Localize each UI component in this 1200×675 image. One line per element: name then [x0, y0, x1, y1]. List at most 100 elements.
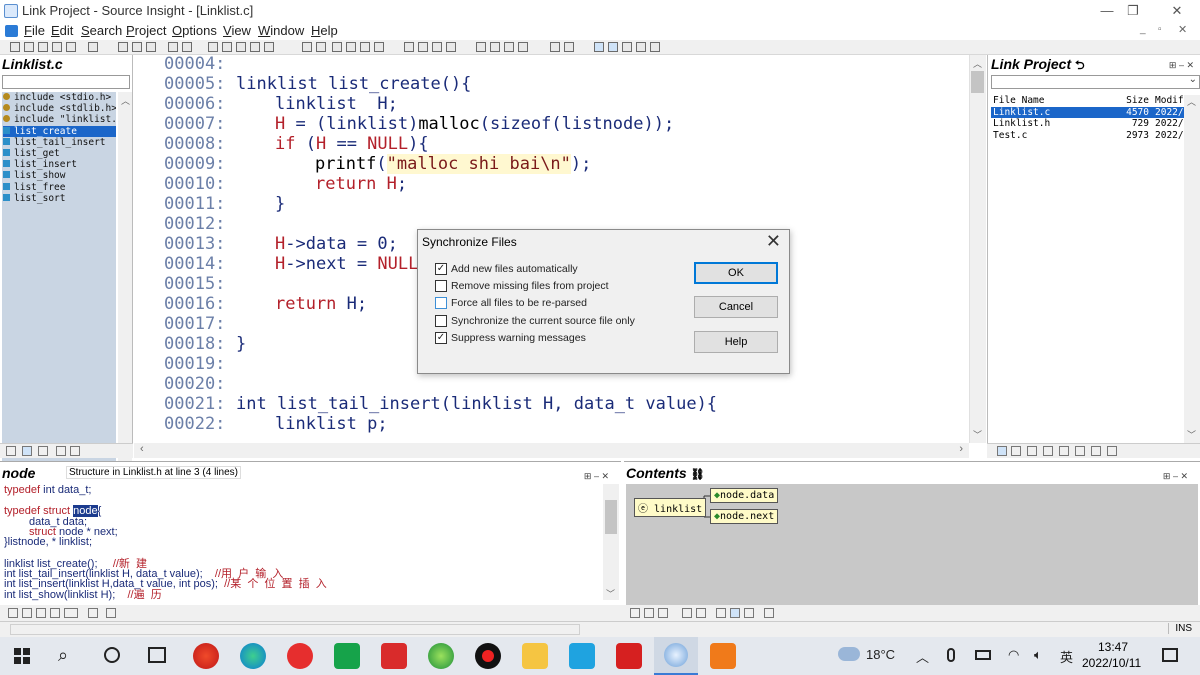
- panel-left-icon[interactable]: [490, 42, 500, 52]
- checkbox[interactable]: [435, 297, 447, 309]
- clock-time[interactable]: 13:47: [1098, 640, 1128, 654]
- back-arrow-icon[interactable]: [332, 42, 342, 52]
- sync-files-icon[interactable]: [1059, 446, 1069, 456]
- relation-tool-icon[interactable]: [658, 608, 668, 618]
- window-layout-icon[interactable]: [476, 42, 486, 52]
- project-list-scrollbar[interactable]: ︿ ﹀: [1184, 95, 1200, 443]
- temperature[interactable]: 18°C: [866, 647, 895, 662]
- search-prev-icon[interactable]: [236, 42, 246, 52]
- edge-icon[interactable]: [240, 643, 266, 669]
- symbol-item[interactable]: include <stdio.h>: [3, 92, 116, 103]
- graph-icon[interactable]: [636, 42, 646, 52]
- print-icon[interactable]: [106, 608, 116, 618]
- panel-controls-icon[interactable]: ⊞ ‒ ✕: [1169, 60, 1194, 71]
- volume-icon[interactable]: 🔈︎: [1034, 647, 1042, 663]
- menu-window[interactable]: Window: [258, 23, 304, 38]
- symbol-info-icon[interactable]: [404, 42, 414, 52]
- file-row[interactable]: Linklist.c 4570 2022/: [991, 106, 1184, 118]
- context-tool-icon[interactable]: [36, 608, 46, 618]
- ie-icon[interactable]: [428, 643, 454, 669]
- file-row[interactable]: Linklist.h 729 2022/: [991, 118, 1184, 129]
- source-insight-taskbar-button[interactable]: [654, 637, 698, 675]
- symbol-item[interactable]: list_sort: [3, 193, 116, 204]
- search-icon[interactable]: [208, 42, 218, 52]
- file-detail-icon[interactable]: [1011, 446, 1021, 456]
- file-list-icon[interactable]: [997, 446, 1007, 456]
- menu-options[interactable]: Options: [172, 23, 217, 38]
- forward-arrow-icon[interactable]: [346, 42, 356, 52]
- microphone-icon[interactable]: [947, 648, 955, 662]
- checkbox[interactable]: [435, 315, 447, 327]
- graph-node-root[interactable]: ⓔ linklist: [634, 498, 707, 517]
- relation-tool-icon[interactable]: [644, 608, 654, 618]
- wifi-icon[interactable]: ◠: [1008, 647, 1019, 663]
- app-icon-blue[interactable]: [569, 643, 595, 669]
- cancel-button[interactable]: Cancel: [694, 296, 778, 318]
- add-file-icon[interactable]: [1075, 446, 1085, 456]
- new-file-icon[interactable]: [10, 42, 20, 52]
- app-icon-record[interactable]: [475, 643, 501, 669]
- font-icon[interactable]: [64, 608, 78, 618]
- lookup-icon[interactable]: [418, 42, 428, 52]
- app-icon-xmind[interactable]: [381, 643, 407, 669]
- context-scrollbar[interactable]: ﹀: [603, 484, 619, 600]
- relation-graph[interactable]: ⓔ linklist ◆node.data ◆node.next: [626, 484, 1198, 606]
- close-button[interactable]: ✕: [1154, 0, 1200, 22]
- bookmark-list-icon[interactable]: [316, 42, 326, 52]
- print-icon[interactable]: [88, 42, 98, 52]
- panel-bottom-icon[interactable]: [504, 42, 514, 52]
- app-icon-green[interactable]: [334, 643, 360, 669]
- context-tool-icon[interactable]: [50, 608, 60, 618]
- editor-horizontal-scrollbar[interactable]: ‹ ›: [134, 443, 969, 458]
- symbol-item[interactable]: include <stdlib.h>: [3, 103, 116, 114]
- search-icon[interactable]: ⌕: [58, 645, 68, 666]
- dialog-close-button[interactable]: ✕: [766, 231, 781, 252]
- browse-icon[interactable]: [432, 42, 442, 52]
- help-button[interactable]: Help: [694, 331, 778, 353]
- jump-next-icon[interactable]: [374, 42, 384, 52]
- menu-edit[interactable]: Edit: [51, 23, 73, 38]
- file-explorer-icon[interactable]: [522, 643, 548, 669]
- symbol-item[interactable]: list_create: [3, 125, 116, 137]
- panel-controls-icon[interactable]: ⊞ ‒ ✕: [584, 471, 609, 482]
- symbol-list[interactable]: include <stdio.h> include <stdlib.h> inclu…: [2, 92, 116, 481]
- file-row[interactable]: Test.c 2973 2022/: [991, 130, 1184, 141]
- graph-view-icon[interactable]: [730, 608, 740, 618]
- menu-file[interactable]: File: [24, 23, 45, 38]
- cortana-icon[interactable]: [104, 647, 120, 663]
- folder-icon[interactable]: [1043, 446, 1053, 456]
- book-icon[interactable]: [56, 446, 66, 456]
- jump-prev-icon[interactable]: [360, 42, 370, 52]
- symbol-search-input[interactable]: [2, 75, 130, 89]
- clock-date[interactable]: 2022/10/11: [1082, 656, 1141, 670]
- undo-icon[interactable]: [168, 42, 178, 52]
- sort-alpha-icon[interactable]: [6, 446, 16, 456]
- search-next-icon[interactable]: [222, 42, 232, 52]
- panel-right-icon[interactable]: [518, 42, 528, 52]
- mdi-minimize-button[interactable]: _: [1140, 24, 1146, 35]
- cut-icon[interactable]: [118, 42, 128, 52]
- symbol-item[interactable]: list_show: [3, 170, 116, 181]
- battery-icon[interactable]: [975, 650, 991, 660]
- column-size[interactable]: Size: [1084, 95, 1149, 106]
- relation-tool-icon[interactable]: [696, 608, 706, 618]
- scroll-thumb[interactable]: [971, 71, 984, 93]
- search-files-icon[interactable]: [250, 42, 260, 52]
- column-file-name[interactable]: File Name: [993, 95, 1083, 106]
- structure-icon[interactable]: [622, 42, 632, 52]
- context-tool-icon[interactable]: [8, 608, 18, 618]
- relation-icon[interactable]: [446, 42, 456, 52]
- menu-search[interactable]: Search: [81, 23, 122, 38]
- tree-icon[interactable]: [650, 42, 660, 52]
- print-icon[interactable]: [70, 446, 80, 456]
- app-icon-browser[interactable]: [193, 643, 219, 669]
- app-icon-red[interactable]: [287, 643, 313, 669]
- symbol-item[interactable]: include "linklist.: [3, 114, 116, 125]
- help-pointer-icon[interactable]: [564, 42, 574, 52]
- project-filter-combo[interactable]: ⌄: [991, 74, 1200, 89]
- ime-indicator[interactable]: 英: [1060, 647, 1073, 666]
- open-file-icon[interactable]: [24, 42, 34, 52]
- save-icon[interactable]: [38, 42, 48, 52]
- copy-icon[interactable]: [132, 42, 142, 52]
- close-file-icon[interactable]: [66, 42, 76, 52]
